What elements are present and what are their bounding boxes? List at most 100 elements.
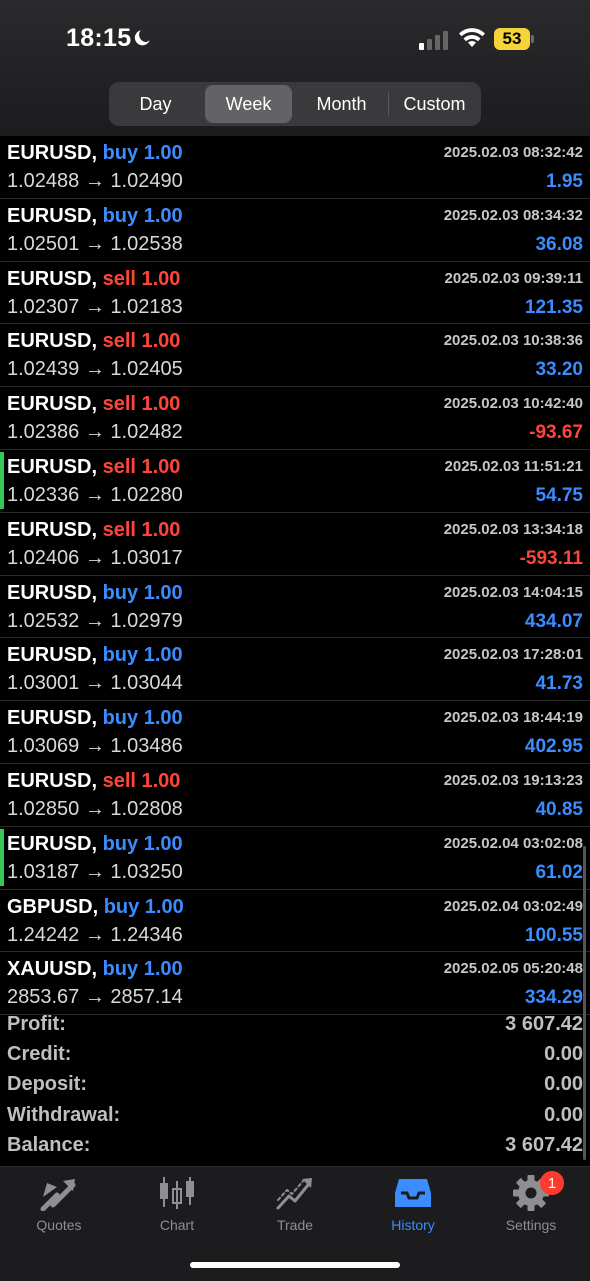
deal-row[interactable]: EURUSD, buy 1.00 2025.02.03 14:04:15 1.025…	[0, 576, 590, 639]
deal-symbol: EURUSD, buy 1.00	[7, 142, 183, 164]
deal-time: 2025.02.05 05:20:48	[443, 960, 583, 978]
deal-row[interactable]: EURUSD, buy 1.00 2025.02.03 08:32:42 1.024…	[0, 136, 590, 199]
summary-row-credit: Credit: 0.00	[0, 1040, 590, 1070]
deal-prices: 1.02532 → 1.02979	[7, 609, 183, 632]
deal-row[interactable]: EURUSD, sell 1.00 2025.02.03 09:39:11 1.02…	[0, 262, 590, 325]
deal-profit: -593.11	[519, 547, 583, 569]
summary-label: Withdrawal:	[7, 1103, 121, 1126]
tab-label: Quotes	[36, 1217, 82, 1233]
deal-prices: 1.02439 → 1.02405	[7, 358, 183, 381]
tab-label: History	[391, 1217, 435, 1233]
tab-quotes[interactable]: Quotes	[0, 1175, 118, 1245]
deal-time: 2025.02.03 19:13:23	[443, 771, 583, 789]
tab-trade[interactable]: Trade	[236, 1175, 354, 1245]
history-icon	[395, 1179, 431, 1207]
notification-badge: 1	[540, 1171, 564, 1195]
deal-profit: 434.07	[524, 610, 583, 632]
summary-value: 0.00	[544, 1103, 583, 1126]
deal-row[interactable]: XAUUSD, buy 1.00 2025.02.05 05:20:48 2853.…	[0, 952, 590, 1016]
deal-side: buy 1.00	[102, 142, 183, 164]
deal-profit: 33.20	[535, 359, 583, 381]
deal-time: 2025.02.03 10:42:40	[443, 395, 583, 413]
period-day-button[interactable]: Day	[112, 85, 199, 123]
deal-symbol: EURUSD, buy 1.00	[7, 204, 183, 227]
deal-side: buy 1.00	[102, 958, 183, 981]
deal-row[interactable]: EURUSD, sell 1.00 2025.02.03 11:51:21 1.02…	[0, 450, 590, 513]
deal-symbol: EURUSD, buy 1.00	[7, 644, 183, 667]
summary-value: 3 607.42	[505, 1013, 583, 1035]
battery-indicator: 53	[494, 28, 534, 50]
summary-row-profit: Profit: 3 607.42	[0, 1010, 590, 1040]
tab-settings[interactable]: Settings 1	[472, 1171, 590, 1245]
deals-list: EURUSD, buy 1.00 2025.02.03 08:32:42 1.024…	[0, 136, 590, 1016]
deal-time: 2025.02.03 17:28:01	[443, 646, 583, 664]
tab-chart[interactable]: Chart	[118, 1175, 236, 1245]
home-indicator[interactable]	[190, 1262, 400, 1268]
deal-symbol: EURUSD, sell 1.00	[7, 330, 181, 353]
position-marker	[0, 451, 4, 509]
deal-symbol: EURUSD, buy 1.00	[7, 707, 183, 730]
summary-value: 0.00	[544, 1043, 583, 1066]
deal-row[interactable]: GBPUSD, buy 1.00 2025.02.04 03:02:49 1.242…	[0, 890, 590, 953]
deal-prices: 1.02307 → 1.02183	[7, 295, 183, 318]
position-marker	[0, 828, 4, 886]
deal-symbol: EURUSD, buy 1.00	[7, 581, 183, 604]
deal-prices: 1.02488 → 1.02490	[7, 170, 183, 192]
deal-symbol: EURUSD, sell 1.00	[7, 769, 181, 792]
deal-prices: 1.02501 → 1.02538	[7, 232, 183, 255]
period-selector: Day Week Month Custom	[109, 82, 481, 126]
deal-side: buy 1.00	[102, 204, 183, 227]
deal-row[interactable]: EURUSD, buy 1.00 2025.02.03 08:34:32 1.025…	[0, 199, 590, 262]
deal-row[interactable]: EURUSD, sell 1.00 2025.02.03 10:42:40 1.02…	[0, 387, 590, 450]
segment-divider	[388, 92, 389, 116]
summary-label: Credit:	[7, 1043, 72, 1066]
summary-row-deposit: Deposit: 0.00	[0, 1070, 590, 1100]
period-week-button[interactable]: Week	[205, 85, 292, 123]
deal-row[interactable]: EURUSD, buy 1.00 2025.02.04 03:02:08 1.031…	[0, 827, 590, 890]
deal-prices: 1.03187 → 1.03250	[7, 860, 183, 883]
status-time: 18:15	[66, 24, 132, 52]
deal-symbol: EURUSD, buy 1.00	[7, 832, 183, 855]
quotes-icon	[40, 1179, 76, 1211]
deal-profit: 121.35	[524, 296, 583, 318]
tab-history[interactable]: History	[354, 1175, 472, 1245]
deal-row[interactable]: EURUSD, buy 1.00 2025.02.03 17:28:01 1.030…	[0, 638, 590, 702]
deal-row[interactable]: EURUSD, sell 1.00 2025.02.03 19:13:23 1.02…	[0, 764, 590, 827]
deal-prices: 1.02386 → 1.02482	[7, 421, 183, 444]
summary-label: Balance:	[7, 1133, 91, 1156]
battery-tip	[531, 35, 534, 43]
deal-row[interactable]: EURUSD, sell 1.00 2025.02.03 10:38:36 1.02…	[0, 324, 590, 388]
deal-profit: 36.08	[535, 233, 583, 255]
deal-time: 2025.02.04 03:02:49	[443, 897, 583, 915]
deal-side: sell 1.00	[102, 330, 181, 353]
period-custom-button[interactable]: Custom	[391, 85, 478, 123]
deal-profit: 40.85	[535, 798, 583, 820]
deal-side: buy 1.00	[102, 832, 183, 855]
deal-side: buy 1.00	[102, 707, 183, 730]
deal-time: 2025.02.03 09:39:11	[444, 269, 583, 287]
deal-prices: 1.02850 → 1.02808	[7, 797, 183, 820]
deal-prices: 1.03069 → 1.03486	[7, 735, 183, 758]
deal-prices: 2853.67 → 2857.14	[7, 986, 183, 1009]
deal-symbol: EURUSD, sell 1.00	[7, 267, 181, 290]
deal-profit: 402.95	[524, 736, 583, 758]
deal-side: buy 1.00	[102, 581, 183, 604]
tab-label: Settings	[505, 1217, 557, 1233]
summary-label: Profit:	[7, 1013, 66, 1035]
deal-row[interactable]: EURUSD, sell 1.00 2025.02.03 13:34:18 1.02…	[0, 513, 590, 576]
summary-row-balance: Balance: 3 607.42	[0, 1131, 590, 1161]
header: 18:15 53 Day Week Month Custom	[0, 0, 590, 136]
deal-profit: 41.73	[535, 673, 583, 695]
deal-symbol: EURUSD, sell 1.00	[7, 393, 181, 416]
tab-label: Chart	[159, 1217, 195, 1233]
wifi-icon	[459, 28, 485, 47]
deal-time: 2025.02.03 10:38:36	[443, 332, 583, 350]
deal-row[interactable]: EURUSD, buy 1.00 2025.02.03 18:44:19 1.030…	[0, 701, 590, 764]
deal-time: 2025.02.03 14:04:15	[443, 583, 583, 601]
deal-side: buy 1.00	[103, 895, 184, 918]
deal-prices: 1.03001 → 1.03044	[7, 672, 183, 695]
summary-value: 3 607.42	[505, 1133, 583, 1156]
period-month-button[interactable]: Month	[298, 85, 385, 123]
deal-symbol: GBPUSD, buy 1.00	[7, 895, 184, 918]
deal-profit: -93.67	[529, 422, 583, 444]
